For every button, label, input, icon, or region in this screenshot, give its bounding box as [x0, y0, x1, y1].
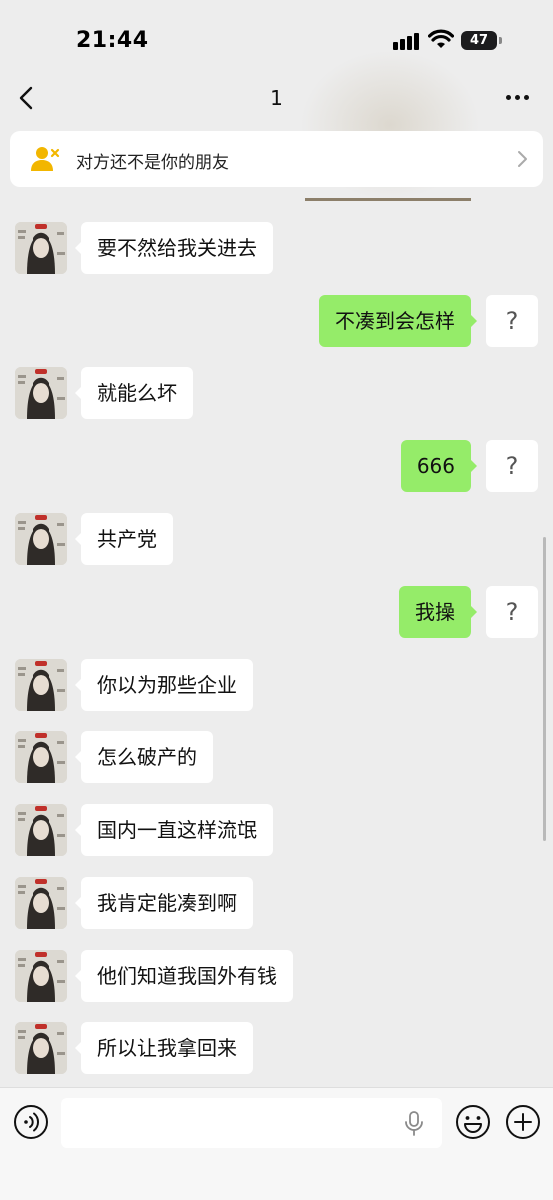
battery-cap: [499, 37, 502, 44]
self-avatar[interactable]: ?: [486, 295, 538, 347]
message-bubble-received[interactable]: 怎么破产的: [75, 731, 213, 783]
contact-avatar[interactable]: [15, 1022, 67, 1074]
message-row: 我肯定能凑到啊: [0, 877, 553, 931]
message-row: 所以让我拿回来: [0, 1022, 553, 1076]
message-row: 666 ?: [0, 440, 553, 494]
avatar-illustration: [15, 222, 67, 274]
chevron-right-icon: [518, 151, 527, 167]
message-row: 他们知道我国外有钱: [0, 950, 553, 1004]
avatar-illustration: [15, 513, 67, 565]
message-row: 共产党: [0, 513, 553, 567]
avatar-illustration: [15, 877, 67, 929]
cellular-signal-icon: [393, 32, 421, 50]
contact-avatar[interactable]: [15, 513, 67, 565]
message-bubble-received[interactable]: 我肯定能凑到啊: [75, 877, 253, 929]
battery-indicator: 47: [461, 31, 497, 50]
message-bubble-sent[interactable]: 不凑到会怎样: [319, 295, 477, 347]
emoji-icon[interactable]: [455, 1104, 491, 1140]
avatar-illustration: [15, 659, 67, 711]
avatar-illustration: [15, 804, 67, 856]
avatar-illustration: [15, 367, 67, 419]
notice-text: 对方还不是你的朋友: [76, 153, 229, 173]
contact-avatar[interactable]: [15, 731, 67, 783]
message-bubble-received[interactable]: 就能么坏: [75, 367, 193, 419]
avatar-illustration: [15, 950, 67, 1002]
contact-avatar[interactable]: [15, 804, 67, 856]
back-arrow-icon[interactable]: [14, 84, 42, 112]
message-bubble-received[interactable]: 国内一直这样流氓: [75, 804, 273, 856]
stranger-user-icon: [31, 147, 60, 171]
message-bubble-sent[interactable]: 666: [400, 440, 478, 492]
contact-avatar[interactable]: [15, 367, 67, 419]
background-line: [305, 198, 471, 201]
avatar-illustration: [15, 731, 67, 783]
status-time: 21:44: [76, 28, 149, 53]
contact-avatar[interactable]: [15, 659, 67, 711]
chat-scrollbar[interactable]: [543, 537, 546, 841]
message-input[interactable]: [61, 1098, 442, 1148]
message-row: 就能么坏: [0, 367, 553, 421]
microphone-icon[interactable]: [404, 1111, 424, 1137]
message-bubble-received[interactable]: 要不然给我关进去: [75, 222, 273, 274]
message-row: 不凑到会怎样 ?: [0, 295, 553, 349]
more-dots-icon[interactable]: [504, 92, 532, 104]
home-indicator-area: [0, 1180, 553, 1200]
message-row: 国内一直这样流氓: [0, 804, 553, 858]
message-bubble-received[interactable]: 共产党: [75, 513, 173, 565]
self-avatar[interactable]: ?: [486, 586, 538, 638]
stranger-notice[interactable]: 对方还不是你的朋友: [10, 131, 543, 187]
message-bubble-sent[interactable]: 我操: [399, 586, 477, 638]
self-avatar[interactable]: ?: [486, 440, 538, 492]
message-bubble-received[interactable]: 他们知道我国外有钱: [75, 950, 293, 1002]
message-row: 我操 ?: [0, 586, 553, 640]
contact-avatar[interactable]: [15, 950, 67, 1002]
voice-icon[interactable]: [13, 1104, 49, 1140]
wifi-icon: [428, 29, 454, 48]
message-bubble-received[interactable]: 所以让我拿回来: [75, 1022, 253, 1074]
contact-avatar[interactable]: [15, 877, 67, 929]
message-row: 要不然给我关进去: [0, 222, 553, 276]
message-bubble-received[interactable]: 你以为那些企业: [75, 659, 253, 711]
contact-avatar[interactable]: [15, 222, 67, 274]
message-row: 你以为那些企业: [0, 659, 553, 713]
avatar-illustration: [15, 1022, 67, 1074]
message-row: 怎么破产的: [0, 731, 553, 785]
plus-icon[interactable]: [505, 1104, 541, 1140]
